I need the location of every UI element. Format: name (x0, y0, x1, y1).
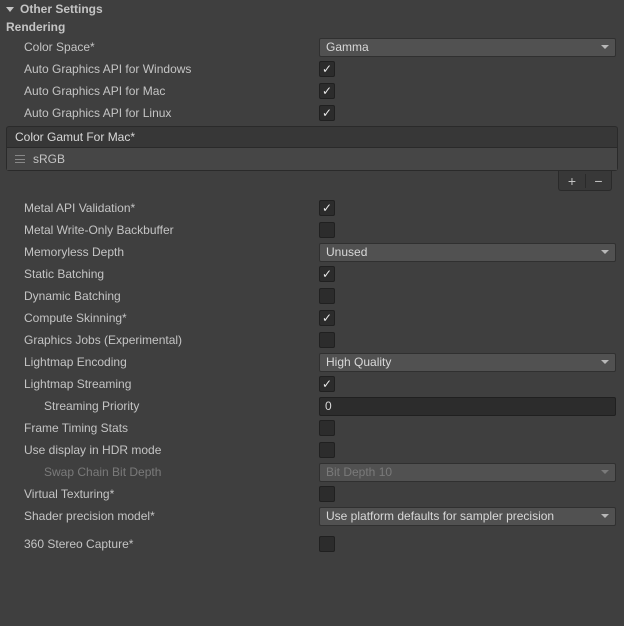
label-color-space: Color Space* (24, 40, 319, 54)
checkbox-frame-timing[interactable] (319, 420, 335, 436)
dropdown-color-space[interactable]: Gamma (319, 38, 616, 57)
chevron-down-icon (601, 470, 609, 474)
label-auto-mac: Auto Graphics API for Mac (24, 84, 319, 98)
section-foldout-header[interactable]: Other Settings (0, 0, 624, 18)
rendering-section-title: Rendering (0, 18, 624, 36)
row-auto-mac: Auto Graphics API for Mac (0, 80, 624, 102)
checkbox-static-batching[interactable] (319, 266, 335, 282)
row-metal-writeonly: Metal Write-Only Backbuffer (0, 219, 624, 241)
row-hdr-mode: Use display in HDR mode (0, 439, 624, 461)
input-streaming-priority-value: 0 (325, 399, 332, 413)
chevron-down-icon (601, 45, 609, 49)
row-auto-linux: Auto Graphics API for Linux (0, 102, 624, 124)
chevron-down-icon (601, 250, 609, 254)
dropdown-shader-precision-value: Use platform defaults for sampler precis… (326, 509, 554, 523)
list-item-label: sRGB (33, 152, 65, 166)
list-item-srgb[interactable]: sRGB (7, 148, 617, 170)
checkbox-metal-writeonly[interactable] (319, 222, 335, 238)
checkbox-auto-win[interactable] (319, 61, 335, 77)
label-graphics-jobs: Graphics Jobs (Experimental) (24, 333, 319, 347)
label-virtual-texturing: Virtual Texturing* (24, 487, 319, 501)
row-auto-win: Auto Graphics API for Windows (0, 58, 624, 80)
row-memoryless-depth: Memoryless Depth Unused (0, 241, 624, 263)
label-stereo-360: 360 Stereo Capture* (24, 537, 319, 551)
row-streaming-priority: Streaming Priority 0 (0, 395, 624, 417)
chevron-down-icon (601, 514, 609, 518)
label-metal-validation: Metal API Validation* (24, 201, 319, 215)
label-frame-timing: Frame Timing Stats (24, 421, 319, 435)
label-streaming-priority: Streaming Priority (44, 399, 319, 413)
checkbox-graphics-jobs[interactable] (319, 332, 335, 348)
remove-button[interactable]: − (585, 174, 611, 188)
checkbox-virtual-texturing[interactable] (319, 486, 335, 502)
dropdown-color-space-value: Gamma (326, 40, 369, 54)
checkbox-lightmap-streaming[interactable] (319, 376, 335, 392)
row-lightmap-streaming: Lightmap Streaming (0, 373, 624, 395)
dropdown-memoryless-depth[interactable]: Unused (319, 243, 616, 262)
checkbox-stereo-360[interactable] (319, 536, 335, 552)
checkbox-compute-skinning[interactable] (319, 310, 335, 326)
row-lightmap-encoding: Lightmap Encoding High Quality (0, 351, 624, 373)
label-lightmap-streaming: Lightmap Streaming (24, 377, 319, 391)
row-stereo-360: 360 Stereo Capture* (0, 533, 624, 555)
label-shader-precision: Shader precision model* (24, 509, 319, 523)
foldout-icon (6, 7, 14, 12)
checkbox-auto-mac[interactable] (319, 83, 335, 99)
checkbox-dynamic-batching[interactable] (319, 288, 335, 304)
label-lightmap-encoding: Lightmap Encoding (24, 355, 319, 369)
add-button[interactable]: + (559, 174, 585, 188)
listbox-header-color-gamut: Color Gamut For Mac* (7, 127, 617, 148)
row-swap-chain: Swap Chain Bit Depth Bit Depth 10 (0, 461, 624, 483)
row-shader-precision: Shader precision model* Use platform def… (0, 505, 624, 527)
row-virtual-texturing: Virtual Texturing* (0, 483, 624, 505)
label-swap-chain: Swap Chain Bit Depth (44, 465, 319, 479)
row-static-batching: Static Batching (0, 263, 624, 285)
label-static-batching: Static Batching (24, 267, 319, 281)
listbox-footer: + − (0, 171, 624, 191)
label-compute-skinning: Compute Skinning* (24, 311, 319, 325)
dropdown-swap-chain: Bit Depth 10 (319, 463, 616, 482)
label-memoryless-depth: Memoryless Depth (24, 245, 319, 259)
row-frame-timing: Frame Timing Stats (0, 417, 624, 439)
label-auto-win: Auto Graphics API for Windows (24, 62, 319, 76)
header-title: Other Settings (20, 2, 103, 16)
listbox-color-gamut: Color Gamut For Mac* sRGB (6, 126, 618, 171)
row-metal-validation: Metal API Validation* (0, 197, 624, 219)
list-buttons: + − (558, 171, 612, 191)
dropdown-memoryless-depth-value: Unused (326, 245, 367, 259)
dropdown-shader-precision[interactable]: Use platform defaults for sampler precis… (319, 507, 616, 526)
input-streaming-priority[interactable]: 0 (319, 397, 616, 416)
row-dynamic-batching: Dynamic Batching (0, 285, 624, 307)
checkbox-auto-linux[interactable] (319, 105, 335, 121)
label-hdr-mode: Use display in HDR mode (24, 443, 319, 457)
row-color-space: Color Space* Gamma (0, 36, 624, 58)
label-dynamic-batching: Dynamic Batching (24, 289, 319, 303)
row-compute-skinning: Compute Skinning* (0, 307, 624, 329)
chevron-down-icon (601, 360, 609, 364)
row-graphics-jobs: Graphics Jobs (Experimental) (0, 329, 624, 351)
checkbox-metal-validation[interactable] (319, 200, 335, 216)
label-auto-linux: Auto Graphics API for Linux (24, 106, 319, 120)
dropdown-lightmap-encoding[interactable]: High Quality (319, 353, 616, 372)
drag-handle-icon[interactable] (15, 155, 25, 163)
checkbox-hdr-mode[interactable] (319, 442, 335, 458)
dropdown-swap-chain-value: Bit Depth 10 (326, 465, 392, 479)
dropdown-lightmap-encoding-value: High Quality (326, 355, 391, 369)
label-metal-writeonly: Metal Write-Only Backbuffer (24, 223, 319, 237)
